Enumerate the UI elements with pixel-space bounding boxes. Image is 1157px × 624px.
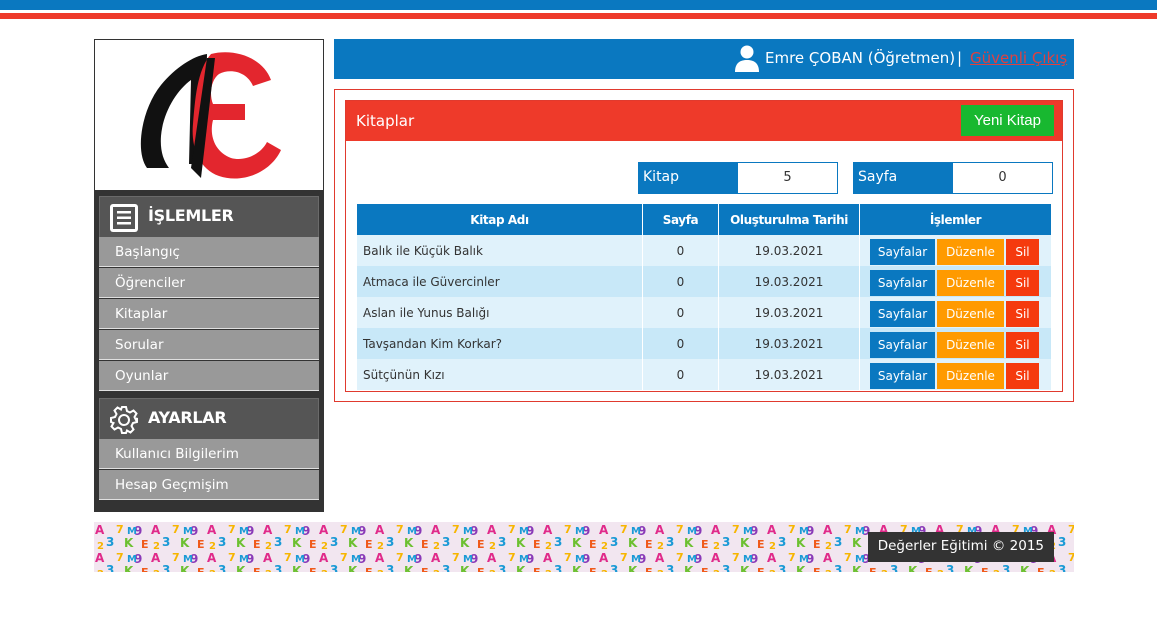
sidebar-item-label: Başlangıç bbox=[115, 244, 180, 260]
delete-button[interactable]: Sil bbox=[1006, 331, 1039, 358]
separator: | bbox=[957, 49, 963, 67]
book-name: Tavşandan Kim Korkar? bbox=[357, 328, 643, 359]
logout-link[interactable]: Güvenli Çıkış bbox=[970, 49, 1067, 67]
section-ayarlar: AYARLAR bbox=[99, 398, 319, 440]
sidebar-item-ogrenciler[interactable]: Öğrenciler bbox=[99, 268, 319, 298]
table-row: Balık ile Küçük Balık 0 19.03.2021 Sayfa… bbox=[357, 235, 1052, 266]
table-row: Sütçünün Kızı 0 19.03.2021 Sayfalar Düzen… bbox=[357, 359, 1052, 390]
user-bar: Emre ÇOBAN (Öğretmen) | Güvenli Çıkış bbox=[334, 39, 1074, 79]
delete-button[interactable]: Sil bbox=[1006, 269, 1039, 296]
edit-button[interactable]: Düzenle bbox=[937, 362, 1004, 389]
sidebar-item-label: Hesap Geçmişim bbox=[115, 477, 229, 493]
pages-button[interactable]: Sayfalar bbox=[870, 300, 935, 327]
sidebar-item-sorular[interactable]: Sorular bbox=[99, 330, 319, 360]
new-book-button[interactable]: Yeni Kitap bbox=[961, 105, 1054, 136]
book-date: 19.03.2021 bbox=[719, 328, 860, 359]
sidebar-item-label: Kullanıcı Bilgilerim bbox=[115, 446, 239, 462]
list-icon bbox=[110, 204, 138, 232]
sidebar-item-label: Sorular bbox=[115, 337, 164, 353]
row-actions: Sayfalar Düzenle Sil bbox=[860, 359, 1052, 390]
book-pages: 0 bbox=[643, 297, 719, 328]
header-pages[interactable]: Sayfa bbox=[643, 204, 719, 235]
books-table: Kitap Adı Sayfa Oluşturulma Tarihi İşlem… bbox=[357, 204, 1052, 390]
sidebar: İŞLEMLER Başlangıç Öğrenciler Kitaplar S… bbox=[94, 39, 324, 512]
table-row: Aslan ile Yunus Balığı 0 19.03.2021 Sayf… bbox=[357, 297, 1052, 328]
ae-logo-icon bbox=[140, 52, 281, 179]
book-date: 19.03.2021 bbox=[719, 359, 860, 390]
books-panel: Kitaplar Yeni Kitap Kitap 5 Sayfa 0 Kita… bbox=[345, 100, 1063, 392]
footer: A 3 7 K 9 E 2 M Değerler Eğitimi © 2015 bbox=[94, 522, 1074, 572]
header-stripe-blue bbox=[0, 0, 1157, 10]
user-icon bbox=[735, 45, 759, 72]
row-actions: Sayfalar Düzenle Sil bbox=[860, 328, 1052, 359]
table-row: Tavşandan Kim Korkar? 0 19.03.2021 Sayfa… bbox=[357, 328, 1052, 359]
header-stripe-red bbox=[0, 13, 1157, 19]
logo[interactable] bbox=[95, 40, 323, 190]
sidebar-item-hesap-gecmisim[interactable]: Hesap Geçmişim bbox=[99, 470, 319, 500]
stat-value: 0 bbox=[953, 163, 1052, 193]
header-created-date[interactable]: Oluşturulma Tarihi bbox=[719, 204, 860, 235]
copyright: Değerler Eğitimi © 2015 bbox=[867, 532, 1054, 562]
book-pages: 0 bbox=[643, 328, 719, 359]
sidebar-item-kitaplar[interactable]: Kitaplar bbox=[99, 299, 319, 329]
edit-button[interactable]: Düzenle bbox=[937, 331, 1004, 358]
stat-page-count: Sayfa 0 bbox=[853, 162, 1053, 194]
book-date: 19.03.2021 bbox=[719, 297, 860, 328]
page-title: Kitaplar bbox=[356, 112, 415, 130]
sidebar-item-baslangic[interactable]: Başlangıç bbox=[99, 237, 319, 267]
book-pages: 0 bbox=[643, 235, 719, 266]
table-header-row: Kitap Adı Sayfa Oluşturulma Tarihi İşlem… bbox=[357, 204, 1052, 235]
edit-button[interactable]: Düzenle bbox=[937, 300, 1004, 327]
pages-button[interactable]: Sayfalar bbox=[870, 269, 935, 296]
pages-button[interactable]: Sayfalar bbox=[870, 362, 935, 389]
pages-button[interactable]: Sayfalar bbox=[870, 331, 935, 358]
delete-button[interactable]: Sil bbox=[1006, 300, 1039, 327]
section-ayarlar-title: AYARLAR bbox=[148, 408, 227, 427]
main-panel: Kitaplar Yeni Kitap Kitap 5 Sayfa 0 Kita… bbox=[334, 89, 1074, 402]
edit-button[interactable]: Düzenle bbox=[937, 238, 1004, 265]
delete-button[interactable]: Sil bbox=[1006, 238, 1039, 265]
book-pages: 0 bbox=[643, 359, 719, 390]
book-date: 19.03.2021 bbox=[719, 235, 860, 266]
sidebar-item-label: Oyunlar bbox=[115, 368, 169, 384]
sidebar-item-label: Kitaplar bbox=[115, 306, 168, 322]
book-name: Sütçünün Kızı bbox=[357, 359, 643, 390]
sidebar-item-kullanici-bilgilerim[interactable]: Kullanıcı Bilgilerim bbox=[99, 439, 319, 469]
section-islemler: İŞLEMLER bbox=[99, 196, 319, 238]
book-name: Balık ile Küçük Balık bbox=[357, 235, 643, 266]
row-actions: Sayfalar Düzenle Sil bbox=[860, 235, 1052, 266]
stat-label: Kitap bbox=[639, 163, 738, 193]
pages-button[interactable]: Sayfalar bbox=[870, 238, 935, 265]
stat-label: Sayfa bbox=[854, 163, 953, 193]
sidebar-item-label: Öğrenciler bbox=[115, 275, 186, 291]
panel-header: Kitaplar Yeni Kitap bbox=[346, 101, 1062, 141]
header-book-name[interactable]: Kitap Adı bbox=[357, 204, 643, 235]
book-date: 19.03.2021 bbox=[719, 266, 860, 297]
book-pages: 0 bbox=[643, 266, 719, 297]
table-row: Atmaca ile Güvercinler 0 19.03.2021 Sayf… bbox=[357, 266, 1052, 297]
book-name: Atmaca ile Güvercinler bbox=[357, 266, 643, 297]
row-actions: Sayfalar Düzenle Sil bbox=[860, 266, 1052, 297]
stat-book-count: Kitap 5 bbox=[638, 162, 838, 194]
stat-value: 5 bbox=[738, 163, 837, 193]
sidebar-item-oyunlar[interactable]: Oyunlar bbox=[99, 361, 319, 391]
user-name: Emre ÇOBAN (Öğretmen) bbox=[765, 49, 956, 67]
book-name: Aslan ile Yunus Balığı bbox=[357, 297, 643, 328]
gear-icon bbox=[110, 406, 138, 434]
section-islemler-title: İŞLEMLER bbox=[148, 206, 234, 225]
edit-button[interactable]: Düzenle bbox=[937, 269, 1004, 296]
header-actions: İşlemler bbox=[860, 204, 1052, 235]
row-actions: Sayfalar Düzenle Sil bbox=[860, 297, 1052, 328]
delete-button[interactable]: Sil bbox=[1006, 362, 1039, 389]
